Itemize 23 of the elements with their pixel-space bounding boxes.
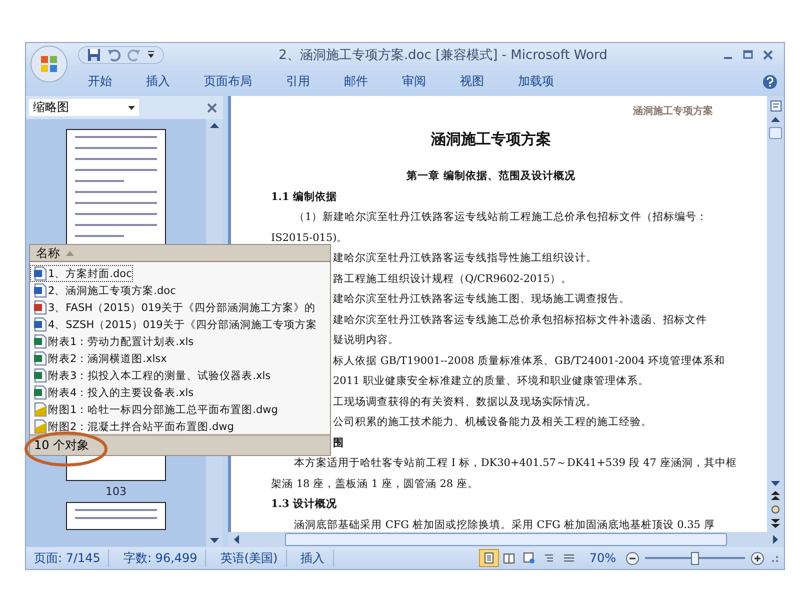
window-title: 2、涵洞施工专项方案.doc [兼容模式] - Microsoft Word: [278, 47, 608, 64]
document-text: 1.1 编制依据: [271, 190, 338, 204]
document-text: 建哈尔滨至牡丹江铁路客运专线施工总价承包招标招标文件补遗函、招标文件: [333, 312, 708, 328]
document-text: 涵洞施工专项方案: [430, 129, 552, 150]
document-text: 路工程施工组织设计规程（Q/CR9602-2015）。: [333, 272, 574, 286]
document-text: 架涵 18 座，盖板涵 1 座，圆管涵 28 座。: [271, 476, 480, 492]
document-text: IS2015-015)。: [271, 230, 349, 246]
document-text: 公司积累的施工技术能力、机械设备能力及相关工程的施工经验。: [333, 415, 653, 430]
document-text: 1.3 设计概况: [271, 497, 338, 512]
page-number: 103: [106, 485, 126, 498]
object-count: 10 个对象: [30, 434, 330, 455]
document-text: 建哈尔滨至牡丹江铁路客运专线指导性施工组织设计。: [333, 251, 598, 266]
document-text: （1）新建哈尔滨至牡丹江铁路客运专线站前工程施工总价承包招标文件（招标编号：: [293, 210, 709, 225]
page-header: 涵洞施工专项方案: [633, 104, 713, 118]
document-text: 涵洞底部基础采用 CFG 桩加固或挖除换填。采用 CFG 桩加固涵底地基桩顶设 0.35 厚: [293, 518, 716, 532]
document-text: 本方案适用于哈牡客专站前工程 I 标，DK30+401.57～DK41+539 段 47 座涵洞，其中框: [293, 456, 738, 471]
document-text: 第一章 编制依据、范围及设计概况: [406, 168, 576, 184]
document-text: 工现场调查获得的有关资料、数据以及现场实际情况。: [333, 394, 598, 410]
document-text: 建哈尔滨至牡丹江铁路客运专线施工图、现场施工调查报告。: [333, 292, 631, 307]
document-text: 疑说明内容。: [333, 333, 400, 348]
document-text: 2011 职业健康安全标准建立的质量、环境和职业健康管理体系。: [333, 374, 650, 389]
document-text: 标人依据 GB/T19001--2008 质量标准体系、GB/T24001-2004 环境管理体系和: [333, 354, 726, 368]
document-text: 围: [333, 436, 345, 450]
